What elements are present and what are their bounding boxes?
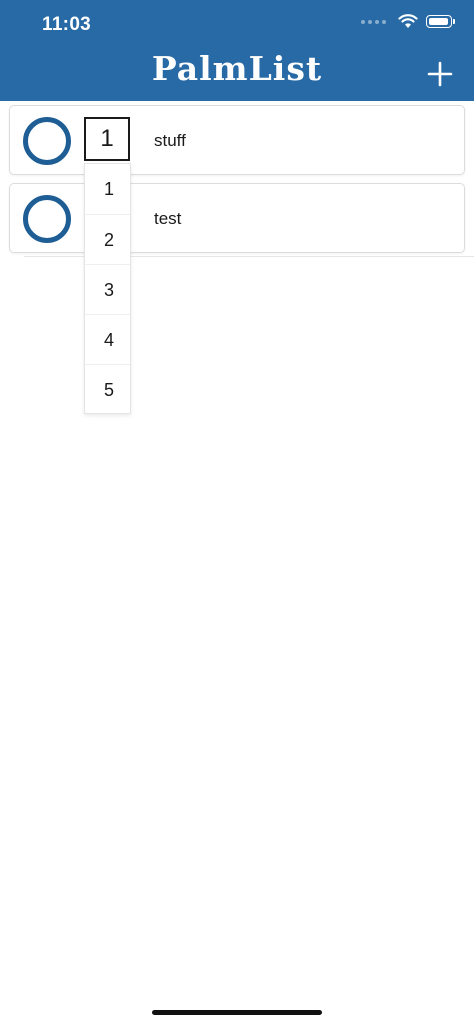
complete-toggle-icon[interactable] xyxy=(23,195,71,243)
priority-option[interactable]: 2 xyxy=(85,214,130,264)
priority-option[interactable]: 1 xyxy=(85,164,130,214)
task-label: test xyxy=(154,209,182,228)
app-header: 11:03 PalmList xyxy=(0,0,474,101)
task-label: stuff xyxy=(154,131,186,150)
priority-select[interactable]: 1 xyxy=(84,117,130,161)
priority-dropdown: 1 2 3 4 5 xyxy=(84,163,131,414)
task-card[interactable]: stuff xyxy=(9,105,465,175)
status-icons xyxy=(361,14,455,29)
plus-icon xyxy=(427,61,453,87)
status-time: 11:03 xyxy=(42,14,92,35)
app-screen: 11:03 PalmList stuff test 1 1 2 3 4 5 xyxy=(0,0,474,1025)
priority-option[interactable]: 5 xyxy=(85,364,130,414)
priority-option[interactable]: 3 xyxy=(85,264,130,314)
priority-option[interactable]: 4 xyxy=(85,314,130,364)
app-title: PalmList xyxy=(151,49,323,88)
battery-icon xyxy=(426,15,455,28)
task-card[interactable]: test xyxy=(9,183,465,253)
home-indicator xyxy=(152,1010,322,1015)
wifi-icon xyxy=(398,14,418,28)
add-task-button[interactable] xyxy=(426,60,454,88)
signal-dots-icon xyxy=(361,19,386,24)
complete-toggle-icon[interactable] xyxy=(23,117,71,165)
